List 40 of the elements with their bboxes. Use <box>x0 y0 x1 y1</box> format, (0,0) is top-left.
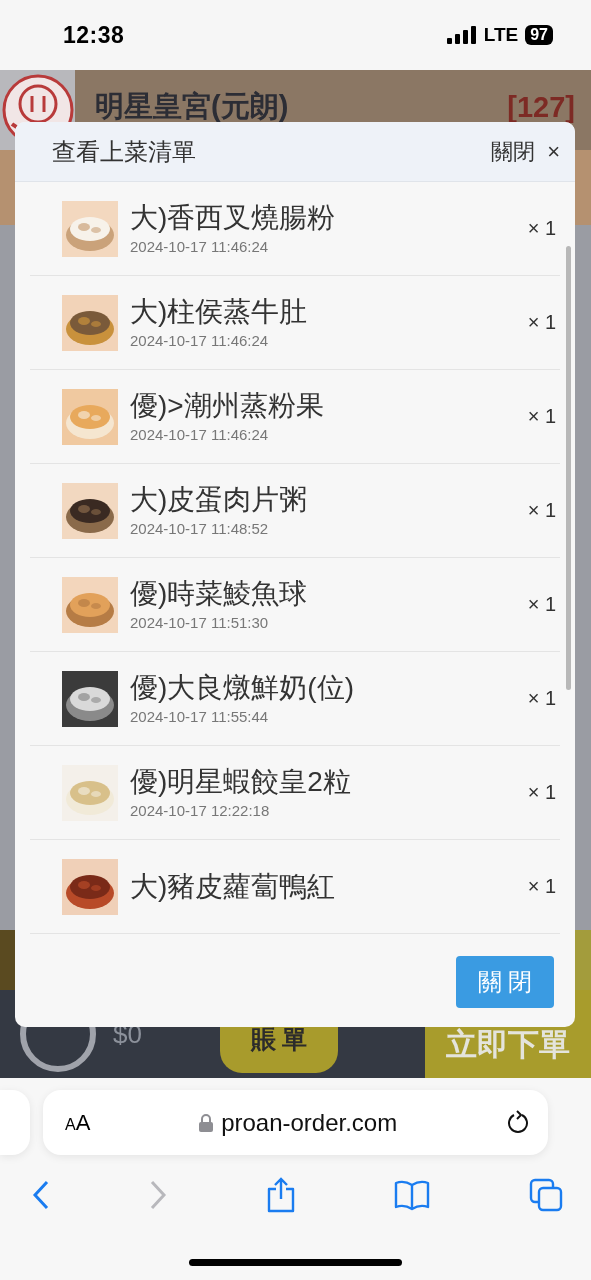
signal-icon <box>446 26 477 44</box>
dialog-title: 查看上菜清單 <box>52 136 197 167</box>
lock-icon <box>199 1113 214 1132</box>
dish-name: 大)皮蛋肉片粥 <box>130 484 309 516</box>
dish-name: 大)香西叉燒腸粉 <box>130 202 337 234</box>
battery-level: 97 <box>525 25 553 45</box>
dish-name: 優)明星蝦餃皇2粒 <box>130 766 352 798</box>
share-icon[interactable] <box>265 1177 296 1213</box>
dish-quantity: × 1 <box>527 311 556 334</box>
bookmarks-icon[interactable] <box>394 1179 431 1211</box>
text-size-button[interactable]: AA <box>65 1109 91 1136</box>
dish-name: 優)>潮州蒸粉果 <box>130 390 325 422</box>
dish-name: 大)柱侯蒸牛肚 <box>130 296 309 328</box>
reload-icon[interactable] <box>506 1109 530 1136</box>
back-icon[interactable] <box>32 1179 50 1211</box>
tabs-icon[interactable] <box>529 1178 563 1212</box>
url-text: proan-order.com <box>221 1108 398 1137</box>
dish-name: 優)大良燉鮮奶(位) <box>130 672 355 704</box>
served-time: 2024-10-17 11:46:24 <box>130 426 270 443</box>
clock-time: 12:38 <box>63 21 126 49</box>
served-time: 2024-10-17 11:51:30 <box>130 614 270 631</box>
served-time: 2024-10-17 12:22:18 <box>130 802 271 819</box>
served-time: 2024-10-17 11:46:24 <box>130 332 270 349</box>
dish-quantity: × 1 <box>527 593 556 616</box>
dish-quantity: × 1 <box>527 405 556 428</box>
restaurant-name: 明星皇宮(元朗) <box>95 89 290 124</box>
served-time: 2024-10-17 11:48:52 <box>130 520 270 537</box>
dish-quantity: × 1 <box>527 499 556 522</box>
dish-quantity: × 1 <box>527 781 556 804</box>
dish-quantity: × 1 <box>527 875 556 898</box>
dish-quantity: × 1 <box>527 687 556 710</box>
dish-name: 優)時菜鯪魚球 <box>130 578 309 610</box>
network-label: LTE <box>483 24 519 46</box>
table-number: [127] <box>507 90 575 124</box>
dish-quantity: × 1 <box>527 217 556 240</box>
served-time: 2024-10-17 11:46:24 <box>130 238 270 255</box>
dish-name: 大)豬皮蘿蔔鴨紅 <box>130 870 337 903</box>
served-time: 2024-10-17 11:55:44 <box>130 708 270 725</box>
address-bar[interactable]: AA proan-order.com <box>43 1090 548 1155</box>
close-button[interactable]: 關閉 × <box>491 136 560 167</box>
